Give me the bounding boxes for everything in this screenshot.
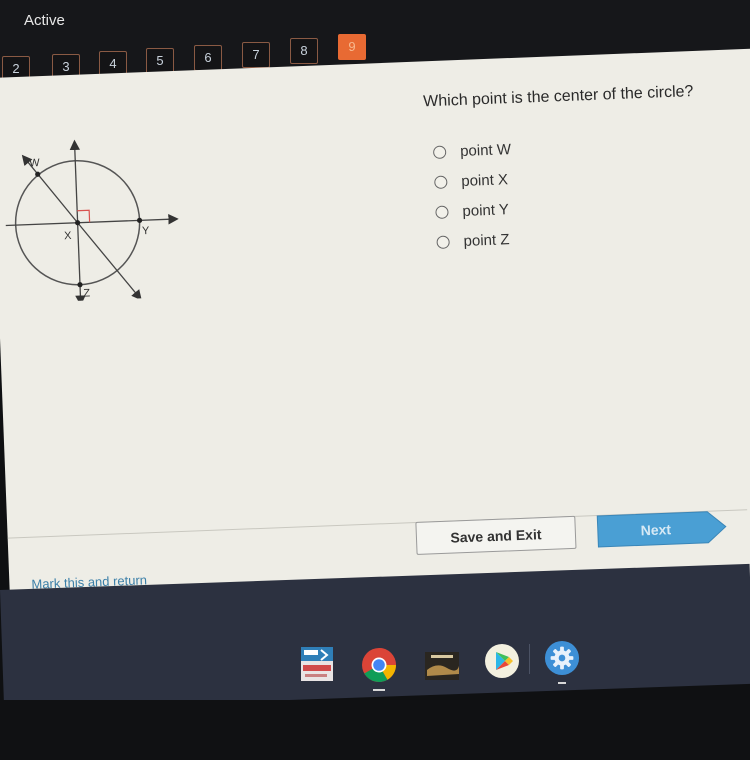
app-tile-icon — [301, 647, 333, 681]
os-shelf — [0, 563, 750, 710]
option-point-x[interactable]: point X — [434, 164, 513, 197]
radio-button[interactable] — [434, 175, 448, 189]
shelf-app-chrome[interactable] — [361, 647, 397, 691]
play-store-icon — [485, 644, 519, 678]
option-label: point W — [459, 140, 512, 160]
circle-diagram: W X Y Z — [5, 139, 179, 304]
vertical-line-down — [75, 222, 86, 304]
option-point-z[interactable]: point Z — [436, 224, 515, 257]
label-y: Y — [142, 225, 150, 237]
answer-options: point W point X point Y point Z — [432, 134, 515, 257]
shelf-app-settings[interactable] — [544, 640, 580, 684]
option-label: point Y — [462, 200, 510, 220]
label-z: Z — [83, 287, 90, 299]
label-w: W — [29, 157, 40, 169]
photo-icon — [425, 652, 459, 680]
next-button[interactable]: Next — [595, 510, 728, 548]
label-x: X — [64, 230, 72, 242]
question-9-button[interactable]: 9 — [338, 34, 366, 60]
option-point-w[interactable]: point W — [432, 134, 512, 167]
running-indicator — [373, 689, 385, 691]
point-z-dot — [77, 282, 83, 288]
question-card: Which point is the center of the circle?… — [0, 48, 750, 608]
screen-bezel — [0, 700, 750, 760]
radio-button[interactable] — [436, 234, 450, 249]
point-y-dot — [136, 217, 143, 223]
shelf-separator — [529, 644, 530, 674]
option-label: point Z — [463, 230, 510, 250]
radio-button[interactable] — [432, 145, 447, 159]
option-point-y[interactable]: point Y — [435, 194, 514, 227]
shelf-app-play-store[interactable] — [484, 643, 520, 679]
option-label: point X — [460, 170, 509, 190]
gear-icon — [544, 640, 580, 676]
question-prompt: Which point is the center of the circle? — [422, 83, 694, 111]
question-7-button[interactable]: 7 — [242, 42, 270, 68]
next-label: Next — [640, 520, 672, 538]
radio-button[interactable] — [435, 205, 449, 219]
running-indicator — [558, 682, 566, 684]
question-8-button[interactable]: 8 — [290, 38, 318, 64]
question-6-button[interactable]: 6 — [194, 45, 222, 71]
save-and-exit-button[interactable]: Save and Exit — [415, 515, 577, 555]
chrome-icon — [362, 648, 396, 682]
shelf-app-edgenuity[interactable] — [299, 646, 335, 682]
shelf-app-collections[interactable] — [424, 648, 460, 684]
